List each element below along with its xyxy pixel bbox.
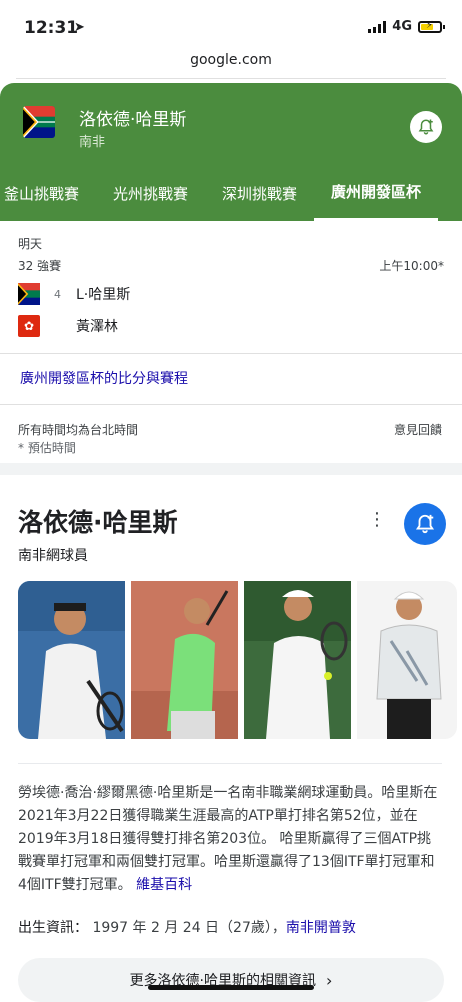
wikipedia-link[interactable]: 維基百科: [136, 877, 192, 893]
more-info-button[interactable]: 更多洛依德·哈里斯的相關資訊 ›: [18, 958, 444, 1002]
scores-schedule-link[interactable]: 廣州開發區杯的比分與賽程: [0, 353, 462, 405]
tab-shenzhen[interactable]: 深圳挑戰賽: [205, 169, 314, 221]
signal-icon: [368, 20, 387, 33]
network-label: 4G: [392, 19, 412, 34]
kp-description: 勞埃德·喬治·繆爾黑德·哈里斯是一名南非職業網球運動員。哈里斯在2021年3月2…: [18, 763, 442, 897]
battery-icon: ⚡: [418, 20, 445, 33]
home-indicator: [148, 985, 314, 990]
tab-busan[interactable]: 釜山挑戰賽: [0, 169, 96, 221]
player-country: 南非: [79, 135, 106, 150]
match-card[interactable]: 明天 32 強賽 上午10:00* 4 L·哈里斯 ✿ 黃澤林: [0, 221, 462, 353]
timezone-note: 所有時間均為台北時間: [18, 423, 139, 437]
more-options-icon[interactable]: ⋮: [368, 511, 386, 529]
match-day: 明天: [18, 237, 43, 251]
estimated-note: * 預估時間: [18, 441, 76, 455]
follow-bell-icon[interactable]: [410, 111, 442, 143]
player-photo[interactable]: [357, 581, 457, 739]
timezone-info: 所有時間均為台北時間 * 預估時間 意見回饋: [0, 405, 462, 463]
knowledge-panel: 洛依德·哈里斯 南非網球員 ⋮ 勞埃德·喬治·繆爾黑德·哈里斯是一名南非職業網球…: [0, 475, 462, 955]
player-photo[interactable]: [131, 581, 238, 739]
kp-subtitle: 南非網球員: [18, 548, 88, 564]
player-row: ✿ 黃澤林: [18, 315, 118, 337]
feedback-link[interactable]: 意見回饋: [394, 421, 442, 438]
south-africa-flag-icon: [23, 106, 55, 138]
sports-header[interactable]: 洛依德·哈里斯 南非: [0, 83, 462, 169]
player2-name: 黃澤林: [76, 319, 118, 335]
follow-bell-icon[interactable]: [404, 503, 446, 545]
url-bar[interactable]: google.com: [0, 50, 462, 78]
born-place-link[interactable]: 南非開普敦: [286, 920, 356, 936]
status-time: 12:31: [24, 18, 79, 38]
location-arrow-icon: ➤: [74, 20, 85, 35]
player1-name: L·哈里斯: [76, 287, 131, 303]
status-bar: 12:31 ➤ 4G ⚡: [0, 0, 462, 50]
player-name: 洛依德·哈里斯: [79, 110, 187, 130]
tournament-tabs: 釜山挑戰賽 光州挑戰賽 深圳挑戰賽 廣州開發區杯: [0, 169, 462, 221]
kp-description-text: 勞埃德·喬治·繆爾黑德·哈里斯是一名南非職業網球運動員。哈里斯在2021年3月2…: [18, 785, 438, 893]
kp-title: 洛依德·哈里斯: [18, 508, 178, 537]
player-row: 4 L·哈里斯: [18, 283, 130, 305]
chevron-right-icon: ›: [326, 970, 333, 990]
player-seed: 4: [54, 287, 61, 301]
born-info: 出生資訊： 1997 年 2 月 24 日（27歲），南非開普敦: [18, 917, 356, 937]
photo-strip: [18, 581, 457, 739]
tab-guangzhou[interactable]: 廣州開發區杯: [314, 169, 439, 221]
divider: [16, 78, 446, 79]
player-photo[interactable]: [18, 581, 125, 739]
section-gap: [0, 463, 462, 475]
sports-card: 洛依德·哈里斯 南非 釜山挑戰賽 光州挑戰賽 深圳挑戰賽 廣州開發區杯 明天 3…: [0, 83, 462, 463]
hong-kong-flag-icon: ✿: [18, 315, 40, 337]
player-photo[interactable]: [244, 581, 351, 739]
match-time: 上午10:00*: [379, 259, 444, 273]
match-round: 32 強賽: [18, 259, 62, 273]
tab-gwangju[interactable]: 光州挑戰賽: [96, 169, 205, 221]
status-indicators: 4G ⚡: [368, 19, 445, 34]
born-value: 1997 年 2 月 24 日（27歲），: [92, 920, 286, 936]
south-africa-flag-icon: [18, 283, 40, 305]
born-label: 出生資訊：: [18, 920, 88, 936]
